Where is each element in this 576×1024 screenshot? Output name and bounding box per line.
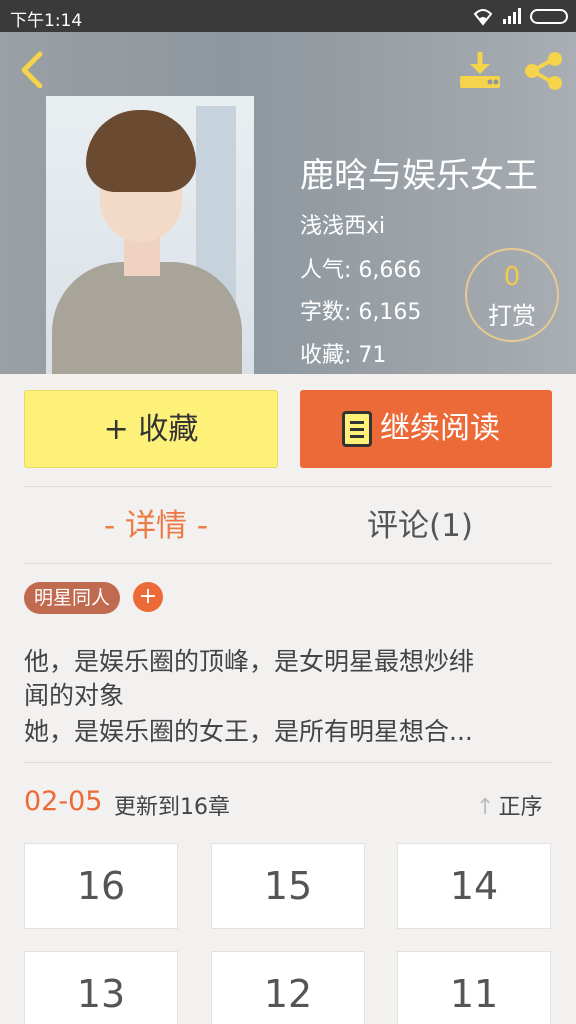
chapter-button[interactable]: 13 bbox=[24, 951, 178, 1024]
divider bbox=[24, 486, 552, 487]
favorites-stat: 收藏: 71 bbox=[300, 343, 387, 368]
book-title: 鹿晗与娱乐女王 bbox=[300, 156, 538, 196]
continue-reading-button[interactable]: 继续阅读 bbox=[300, 390, 552, 468]
chapter-button[interactable]: 14 bbox=[397, 843, 551, 929]
book-description-line: 他，是娱乐圈的顶峰，是女明星最想炒绯 bbox=[24, 647, 475, 676]
signal-icon bbox=[503, 8, 521, 24]
add-tag-button[interactable]: + bbox=[133, 582, 163, 612]
word-count-stat: 字数: 6,165 bbox=[300, 300, 422, 325]
update-date: 02-05 bbox=[24, 786, 103, 817]
book-description-line[interactable]: 她，是娱乐圈的女王，是所有明星想合... bbox=[24, 712, 552, 748]
download-icon[interactable] bbox=[456, 50, 504, 92]
popularity-stat: 人气: 6,666 bbox=[300, 258, 422, 283]
sort-order-button[interactable]: ↑ 正序 bbox=[476, 789, 542, 821]
chapter-button[interactable]: 12 bbox=[211, 951, 365, 1024]
update-status: 更新到16章 bbox=[114, 795, 230, 820]
book-cover-image[interactable] bbox=[46, 96, 254, 374]
status-time: 下午1:14 bbox=[10, 11, 83, 31]
book-description-line: 闻的对象 bbox=[24, 681, 125, 710]
book-icon bbox=[342, 411, 372, 447]
tab-comments[interactable]: 评论(1) bbox=[288, 500, 552, 545]
add-to-favorites-button[interactable]: + 收藏 bbox=[24, 390, 278, 468]
share-icon[interactable] bbox=[520, 50, 568, 92]
divider bbox=[24, 563, 552, 564]
reward-button[interactable]: 0 打赏 bbox=[465, 248, 559, 342]
divider bbox=[24, 762, 552, 763]
chapter-button[interactable]: 15 bbox=[211, 843, 365, 929]
book-author[interactable]: 浅浅西xi bbox=[300, 208, 385, 240]
tab-detail[interactable]: - 详情 - bbox=[24, 500, 288, 545]
genre-tag[interactable]: 明星同人 bbox=[24, 582, 121, 614]
reward-count: 0 bbox=[503, 262, 521, 292]
arrow-up-icon: ↑ bbox=[476, 795, 495, 820]
battery-icon bbox=[530, 9, 568, 24]
chapter-button[interactable]: 11 bbox=[397, 951, 551, 1024]
back-arrow-icon[interactable] bbox=[14, 50, 48, 90]
wifi-icon bbox=[473, 9, 493, 26]
book-header: 鹿晗与娱乐女王 浅浅西xi 人气: 6,666 字数: 6,165 收藏: 71… bbox=[0, 32, 576, 374]
reward-label: 打赏 bbox=[488, 302, 536, 330]
status-bar: 下午1:14 bbox=[0, 0, 576, 32]
chapter-button[interactable]: 16 bbox=[24, 843, 178, 929]
